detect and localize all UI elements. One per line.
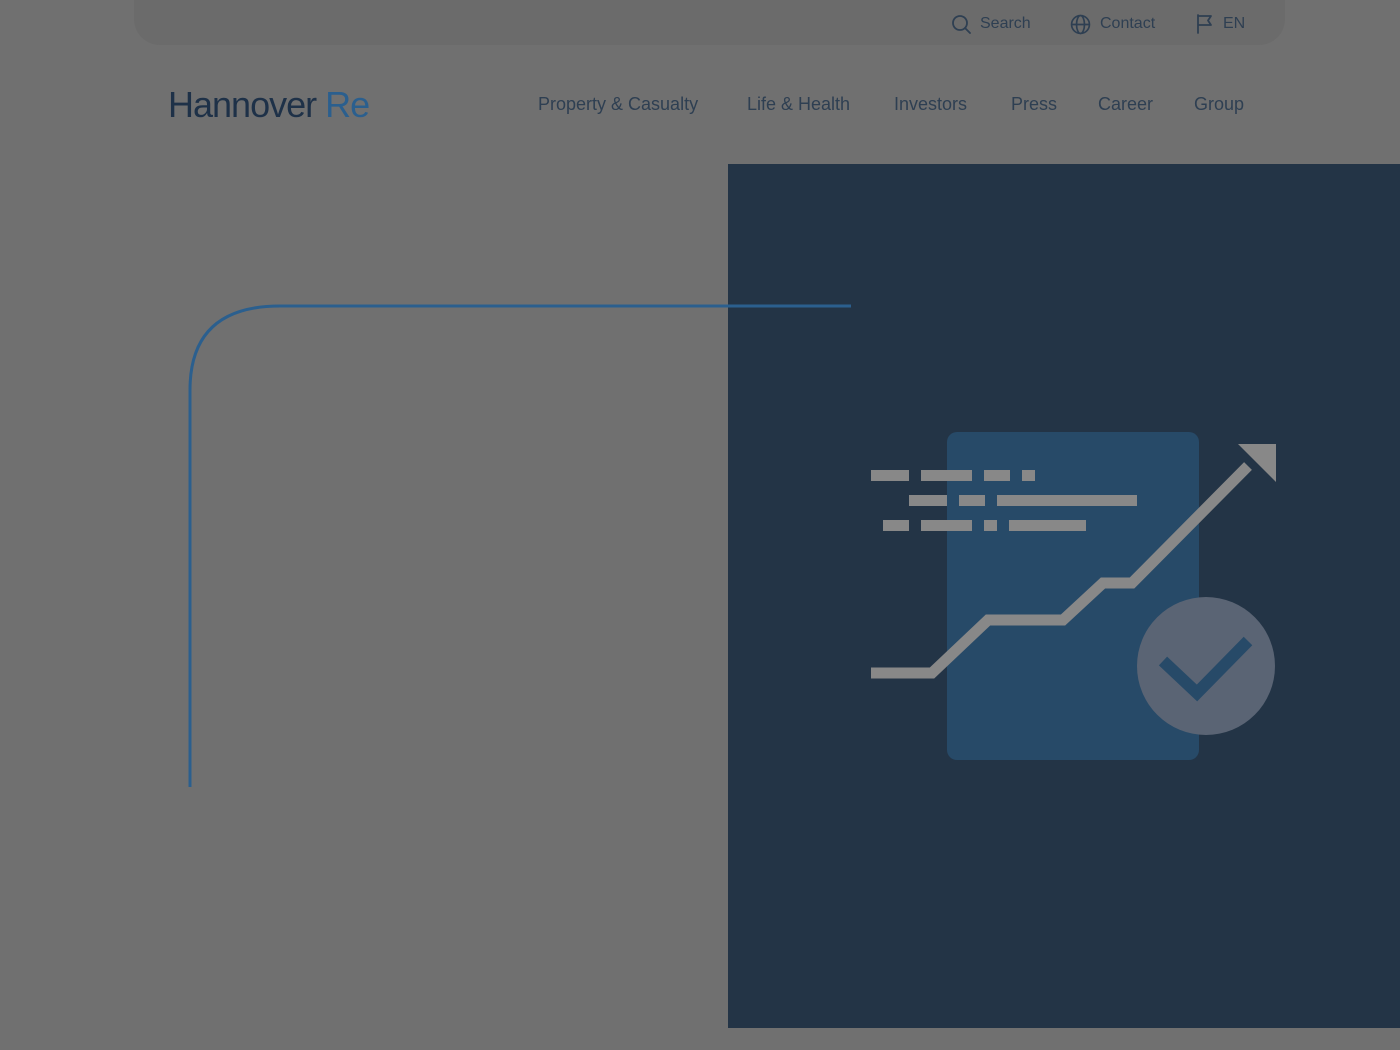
hannover-re-logo[interactable]: Hannover Re: [168, 84, 370, 126]
nav-investors[interactable]: Investors: [894, 94, 967, 115]
nav-career[interactable]: Career: [1098, 94, 1153, 115]
language-label: EN: [1223, 15, 1246, 32]
logo-name: Hannover: [168, 84, 317, 125]
nav-group[interactable]: Group: [1194, 94, 1244, 115]
nav-life-health[interactable]: Life & Health: [747, 94, 850, 115]
nav-press[interactable]: Press: [1011, 94, 1057, 115]
search-link[interactable]: Search: [951, 13, 1031, 35]
contact-label: Contact: [1100, 15, 1156, 32]
globe-icon: [1070, 14, 1091, 34]
nav-property-casualty[interactable]: Property & Casualty: [538, 94, 698, 115]
flag-icon: [1197, 14, 1212, 34]
language-switcher[interactable]: EN: [1196, 13, 1245, 35]
growth-document-check-illustration: [871, 432, 1276, 760]
search-label: Search: [980, 15, 1031, 32]
logo-re: Re: [325, 84, 370, 125]
search-icon: [952, 15, 971, 34]
contact-link[interactable]: Contact: [1070, 13, 1155, 35]
